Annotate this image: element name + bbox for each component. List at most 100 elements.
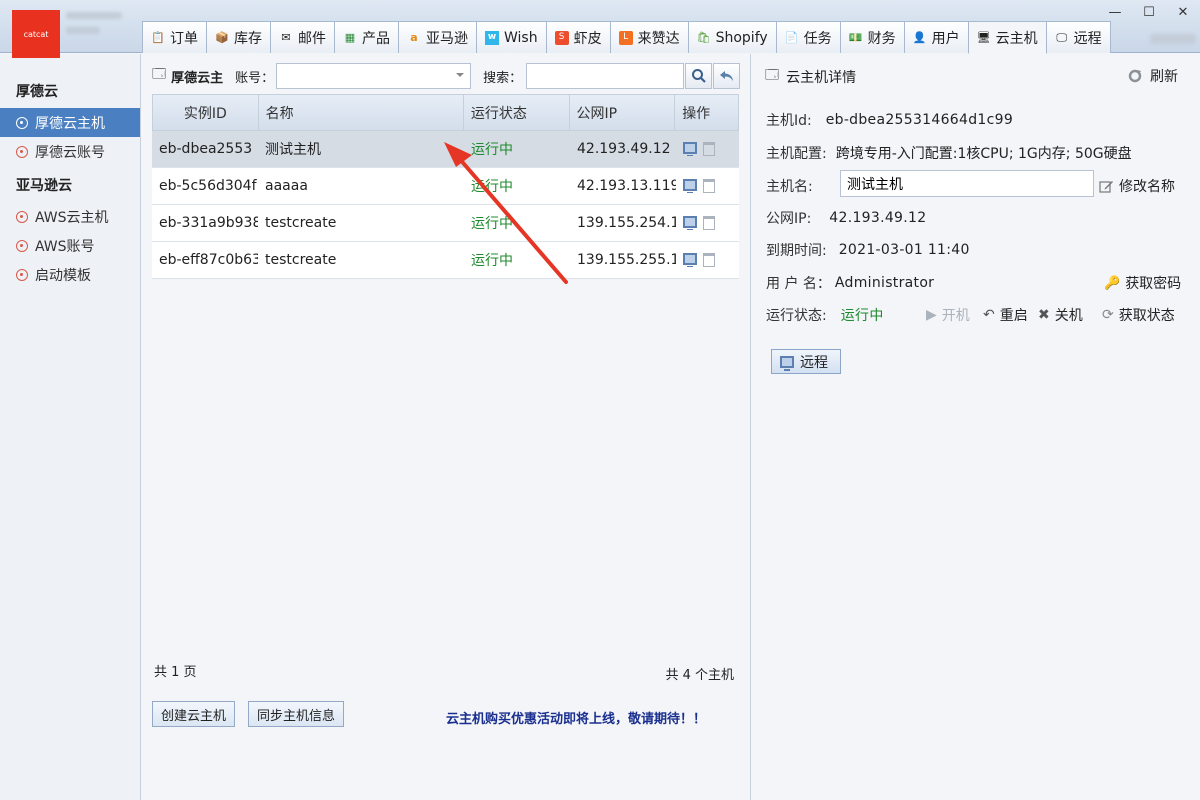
sidebar-item-aws-accounts[interactable]: AWS账号 — [0, 231, 140, 260]
remote-desktop-icon[interactable] — [683, 253, 697, 267]
user-value: Administrator — [834, 275, 935, 291]
tab-products[interactable]: ▦ 产品 — [334, 21, 399, 53]
sidebar-group-title: 厚德云 — [16, 84, 58, 100]
host-status: 运行中 — [471, 253, 513, 269]
minimize-icon[interactable]: — — [1098, 2, 1132, 22]
play-icon: ▶ — [926, 307, 937, 323]
account-select[interactable] — [276, 63, 472, 89]
create-host-button[interactable]: 创建云主机 — [152, 701, 236, 727]
sidebar-item-launch-templates[interactable]: 启动模板 — [0, 260, 140, 289]
remote-desktop-icon[interactable] — [683, 216, 697, 230]
sync-host-button[interactable]: 同步主机信息 — [248, 701, 345, 727]
expire-value: 2021-03-01 11:40 — [838, 242, 970, 258]
host-ip: 42.193.49.12 — [577, 141, 671, 157]
tab-shopify[interactable]: 🛍 Shopify — [687, 21, 777, 53]
detail-header: 🗔 云主机详情 — [765, 66, 856, 88]
monitor-icon: 🖵 — [1056, 31, 1067, 44]
money-icon: 💵 — [848, 31, 863, 44]
table-row[interactable]: eb-331a9b938 testcreate 运行中 139.155.254.… — [152, 205, 739, 242]
search-input[interactable] — [526, 63, 685, 89]
host-detail-panel: 🗔 云主机详情 刷新 主机Id: eb-dbea255314664d1c99 主机… — [752, 54, 1200, 800]
host-config-row: 主机配置: 跨境专用-入门配置:1核CPU; 1G内存; 50G硬盘 — [766, 143, 1132, 163]
window-controls: — ☐ ✕ — [1098, 2, 1200, 22]
blurred-text — [1150, 34, 1196, 44]
refresh-icon: ⟳ — [1102, 307, 1114, 323]
sidebar-item-houde-hosts[interactable]: 厚德云主机 — [0, 108, 140, 137]
tab-shopee[interactable]: S 虾皮 — [545, 21, 611, 53]
host-name-row: 主机名: — [766, 179, 813, 195]
chevron-down-icon — [456, 73, 465, 81]
shutdown-button[interactable]: ✖ 关机 — [1038, 305, 1083, 325]
instance-id: eb-331a9b938 — [159, 215, 258, 231]
user-icon: 👤 — [912, 31, 927, 44]
sidebar-item-houde-accounts[interactable]: 厚德云账号 — [0, 137, 140, 166]
remote-button[interactable]: 远程 — [771, 349, 841, 374]
tab-wish[interactable]: w Wish — [476, 21, 547, 53]
shopify-icon: 🛍 — [696, 31, 711, 44]
get-status-button[interactable]: ⟳ 获取状态 — [1102, 305, 1175, 325]
start-button[interactable]: ▶ 开机 — [926, 305, 970, 325]
host-name: testcreate — [265, 215, 337, 231]
tab-amazon[interactable]: a 亚马逊 — [398, 21, 477, 53]
box-icon: 📦 — [215, 31, 229, 44]
close-icon[interactable]: ✕ — [1166, 2, 1200, 22]
title-bar: catcat 📋 订单 📦 库存 ✉ 邮件 ▦ 产品 a 亚马逊 w Wish S 虾皮 L来… — [0, 0, 1200, 58]
host-config-value: 跨境专用-入门配置:1核CPU; 1G内存; 50G硬盘 — [835, 146, 1132, 162]
row-actions — [676, 142, 739, 156]
tab-lazada[interactable]: L 来赞达 — [609, 21, 689, 53]
instance-id: eb-5c56d304f — [159, 178, 257, 194]
reset-button[interactable] — [713, 63, 741, 89]
search-button[interactable] — [685, 63, 713, 89]
tab-inventory[interactable]: 📦 库存 — [206, 21, 271, 53]
tab-remote[interactable]: 🖵 远程 — [1045, 21, 1111, 53]
server-icon: 🗔 — [765, 68, 780, 83]
lazada-icon: L — [618, 30, 633, 45]
maximize-icon[interactable]: ☐ — [1132, 2, 1166, 22]
host-status: 运行中 — [471, 216, 513, 232]
tab-users[interactable]: 👤 用户 — [903, 21, 969, 53]
host-name-input[interactable] — [840, 170, 1094, 197]
host-id-row: 主机Id: eb-dbea255314664d1c99 — [766, 112, 1014, 129]
instance-id: eb-eff87c0b63 — [159, 252, 258, 268]
table-row[interactable]: eb-5c56d304f aaaaa 运行中 42.193.13.119 — [152, 168, 739, 205]
host-list-panel: 🗔 厚德云主 账号： 搜索： 实例ID 名称 运行状态 公网IP 操作 eb-d… — [142, 54, 751, 800]
tab-finance[interactable]: 💵 财务 — [839, 21, 905, 53]
rename-button[interactable]: 修改名称 — [1099, 176, 1175, 196]
table-header: 实例ID 名称 运行状态 公网IP 操作 — [152, 94, 739, 131]
table-row[interactable]: eb-dbea2553 测试主机 运行中 42.193.49.12 — [152, 131, 739, 168]
row-actions — [676, 179, 739, 193]
tab-cloud-hosts[interactable]: 🖥 云主机 — [967, 21, 1047, 54]
bullet-icon — [16, 239, 28, 252]
ip-row: 公网IP: 42.193.49.12 — [766, 210, 927, 227]
host-status: 运行中 — [471, 179, 513, 195]
host-name: 测试主机 — [265, 142, 321, 158]
remote-desktop-icon[interactable] — [683, 142, 697, 156]
page-count: 共 1 页 — [154, 665, 197, 680]
host-status: 运行中 — [471, 142, 513, 158]
host-name: testcreate — [265, 252, 337, 268]
key-icon: 🔑 — [1104, 275, 1121, 291]
sidebar-item-aws-hosts[interactable]: AWS云主机 — [0, 202, 140, 231]
tab-orders[interactable]: 📋 订单 — [142, 21, 207, 53]
tab-mail[interactable]: ✉ 邮件 — [270, 21, 335, 53]
trash-icon[interactable] — [703, 179, 715, 193]
trash-icon[interactable] — [703, 253, 715, 267]
wish-icon: w — [485, 30, 499, 45]
trash-icon[interactable] — [703, 216, 715, 230]
get-password-button[interactable]: 🔑 获取密码 — [1104, 273, 1181, 293]
host-table: 实例ID 名称 运行状态 公网IP 操作 eb-dbea2553 测试主机 运行… — [152, 94, 739, 279]
monitor-icon — [780, 355, 794, 371]
restart-button[interactable]: ↶ 重启 — [983, 305, 1028, 325]
remote-desktop-icon[interactable] — [683, 179, 697, 193]
status-value: 运行中 — [840, 308, 884, 324]
tab-tasks[interactable]: 📄 任务 — [775, 21, 841, 53]
trash-icon[interactable] — [703, 142, 715, 156]
blurred-title — [66, 12, 136, 42]
ip-value: 42.193.49.12 — [829, 210, 927, 226]
refresh-button[interactable]: 刷新 — [1128, 66, 1178, 86]
list-toolbar: 🗔 厚德云主 账号： 搜索： — [152, 62, 741, 90]
edit-icon — [1099, 180, 1113, 193]
close-icon: ✖ — [1038, 307, 1050, 323]
table-row[interactable]: eb-eff87c0b63 testcreate 运行中 139.155.255… — [152, 242, 739, 279]
server-icon: 🖥 — [976, 31, 991, 44]
